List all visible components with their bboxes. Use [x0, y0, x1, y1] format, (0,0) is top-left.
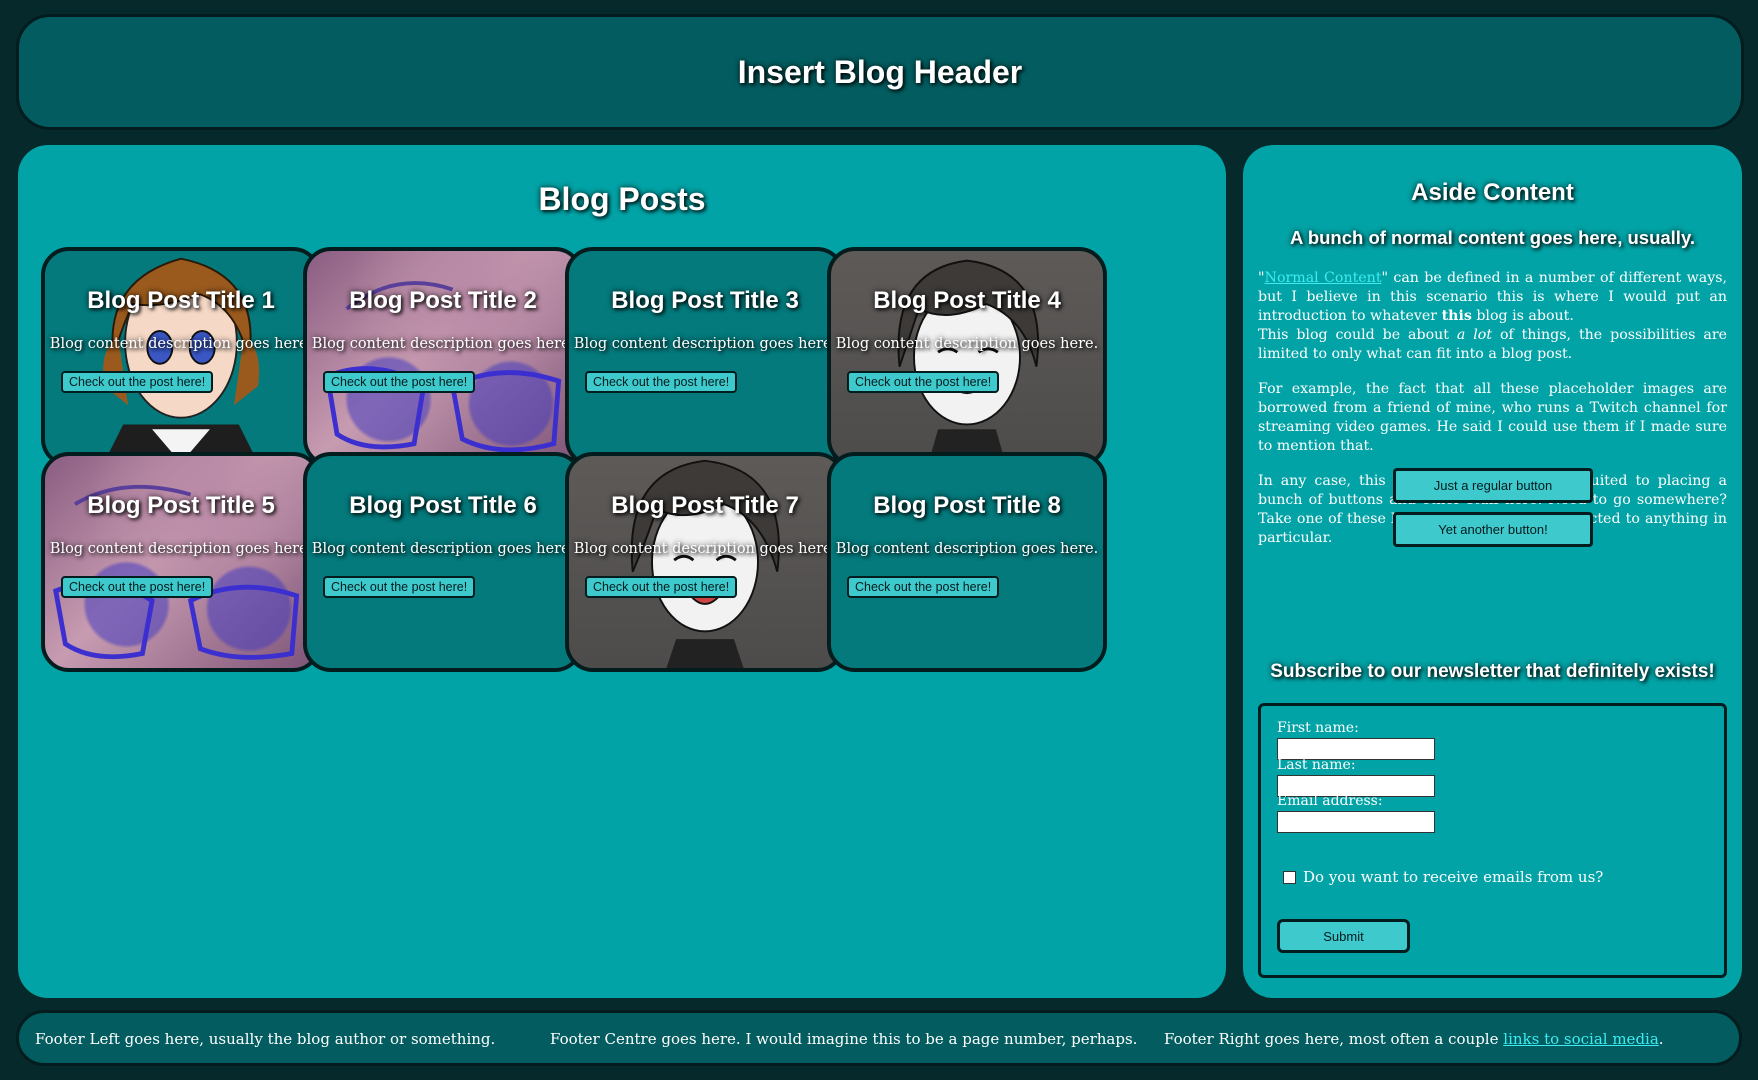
footer-left: Footer Left goes here, usually the blog … [35, 1030, 496, 1048]
read-post-button[interactable]: Check out the post here! [585, 371, 738, 393]
post-title: Blog Post Title 5 [87, 492, 275, 519]
newsletter-form: First name: Last name: Email address: Do… [1258, 703, 1727, 978]
post-title: Blog Post Title 7 [611, 492, 799, 519]
post-description: Blog content description goes here. [835, 541, 1099, 557]
blog-post-card-6[interactable]: Blog Post Title 6 Blog content descripti… [303, 452, 583, 672]
aside-italic-text: a lot [1456, 327, 1493, 343]
post-description: Blog content description goes here. [573, 336, 837, 352]
read-post-button[interactable]: Check out the post here! [323, 576, 476, 598]
email-label: Email address: [1277, 793, 1383, 809]
glasses-closeup-image [324, 281, 562, 453]
read-post-button[interactable]: Check out the post here! [847, 371, 1000, 393]
read-post-button[interactable]: Check out the post here! [847, 576, 1000, 598]
aside-title: Aside Content [1411, 179, 1574, 206]
footer-right-end: . [1658, 1030, 1664, 1048]
blog-post-grid: Blog Post Title 1 Blog content descripti… [41, 247, 1221, 847]
grayscale-character-image [630, 459, 780, 668]
post-description: Blog content description goes here. [49, 541, 313, 557]
submit-button[interactable]: Submit [1277, 919, 1410, 953]
blog-post-card-1[interactable]: Blog Post Title 1 Blog content descripti… [41, 247, 321, 467]
aside-panel: Aside Content A bunch of normal content … [1243, 145, 1742, 998]
blog-footer: Footer Left goes here, usually the blog … [16, 1010, 1742, 1066]
post-description: Blog content description goes here. [311, 541, 575, 557]
post-description: Blog content description goes here. [49, 336, 313, 352]
aside-bold-text: this [1441, 308, 1472, 324]
last-name-label: Last name: [1277, 757, 1356, 773]
blog-post-card-3[interactable]: Blog Post Title 3 Blog content descripti… [565, 247, 845, 467]
post-title: Blog Post Title 8 [873, 492, 1061, 519]
character-portrait-image [102, 257, 260, 463]
blog-post-card-7[interactable]: Blog Post Title 7 Blog content descripti… [565, 452, 845, 672]
first-name-label: First name: [1277, 720, 1359, 736]
grayscale-character-image [897, 259, 1039, 463]
blog-header: Insert Blog Header [16, 14, 1744, 130]
blog-post-card-4[interactable]: Blog Post Title 4 Blog content descripti… [827, 247, 1107, 467]
aside-paragraph-2: For example, the fact that all these pla… [1258, 381, 1727, 454]
social-media-link[interactable]: links to social media [1503, 1030, 1659, 1048]
read-post-button[interactable]: Check out the post here! [61, 576, 214, 598]
read-post-button[interactable]: Check out the post here! [585, 576, 738, 598]
email-opt-in-checkbox[interactable] [1283, 871, 1296, 884]
post-title: Blog Post Title 3 [611, 287, 799, 314]
post-title: Blog Post Title 6 [349, 492, 537, 519]
blog-post-card-8[interactable]: Blog Post Title 8 Blog content descripti… [827, 452, 1107, 672]
normal-content-link[interactable]: Normal Content [1265, 270, 1382, 286]
aside-text-segment: blog is about. [1471, 308, 1574, 324]
aside-paragraph-1: "Normal Content" can be defined in a num… [1258, 269, 1727, 364]
glasses-closeup-image [53, 484, 300, 660]
email-field[interactable] [1277, 811, 1435, 833]
read-post-button[interactable]: Check out the post here! [61, 371, 214, 393]
footer-right-text: Footer Right goes here, most often a cou… [1164, 1030, 1504, 1048]
regular-button[interactable]: Just a regular button [1393, 468, 1593, 503]
post-title: Blog Post Title 1 [87, 287, 275, 314]
read-post-button[interactable]: Check out the post here! [323, 371, 476, 393]
another-button[interactable]: Yet another button! [1393, 512, 1593, 547]
email-opt-in-label: Do you want to receive emails from us? [1303, 868, 1604, 886]
blog-posts-section: Blog Posts Blog Post Title 1 Blog conten… [18, 145, 1226, 998]
post-description: Blog content description goes here. [573, 541, 837, 557]
header-title: Insert Blog Header [737, 53, 1023, 90]
post-description: Blog content description goes here. [311, 336, 575, 352]
blog-post-card-5[interactable]: Blog Post Title 5 Blog content descripti… [41, 452, 321, 672]
post-description: Blog content description goes here. [835, 336, 1099, 352]
post-title: Blog Post Title 4 [873, 287, 1061, 314]
blog-post-card-2[interactable]: Blog Post Title 2 Blog content descripti… [303, 247, 583, 467]
footer-right: Footer Right goes here, most often a cou… [1164, 1030, 1664, 1048]
blog-posts-title: Blog Posts [538, 181, 706, 217]
aside-subtitle: A bunch of normal content goes here, usu… [1290, 227, 1695, 248]
post-title: Blog Post Title 2 [349, 287, 537, 314]
newsletter-title: Subscribe to our newsletter that definit… [1270, 661, 1715, 682]
footer-centre: Footer Centre goes here. I would imagine… [550, 1030, 1138, 1048]
aside-text-segment: This blog could be about [1258, 327, 1457, 343]
